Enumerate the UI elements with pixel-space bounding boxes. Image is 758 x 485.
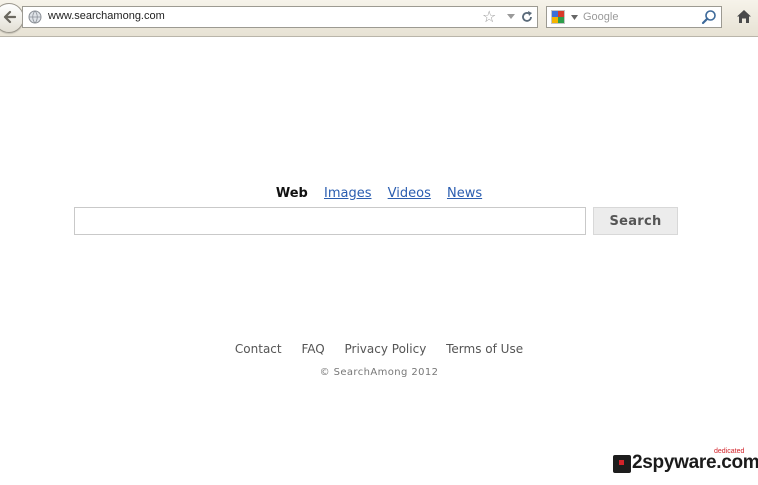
browser-toolbar: www.searchamong.com ☆ Google: [0, 0, 758, 37]
reload-icon[interactable]: [520, 10, 534, 24]
search-placeholder: Google: [583, 11, 619, 23]
history-dropdown-icon[interactable]: [506, 11, 516, 21]
footer-link-contact[interactable]: Contact: [235, 342, 282, 356]
back-arrow-icon: [3, 10, 16, 24]
url-text: www.searchamong.com: [48, 10, 165, 22]
bookmark-star-icon[interactable]: ☆: [482, 8, 496, 26]
address-bar[interactable]: www.searchamong.com ☆: [22, 6, 538, 28]
search-type-tabs: Web Images Videos News: [0, 186, 758, 201]
watermark-text: 2spyware.com: [632, 452, 758, 473]
tab-videos[interactable]: Videos: [388, 186, 431, 201]
google-icon[interactable]: [551, 10, 565, 24]
tab-images[interactable]: Images: [324, 186, 372, 201]
footer-link-faq[interactable]: FAQ: [301, 342, 324, 356]
tab-web[interactable]: Web: [276, 186, 308, 201]
footer-link-terms-of-use[interactable]: Terms of Use: [446, 342, 523, 356]
watermark-logo: 2spyware.com dedicated: [613, 448, 758, 476]
footer-link-privacy-policy[interactable]: Privacy Policy: [345, 342, 427, 356]
back-button[interactable]: [0, 3, 24, 33]
footer-links: Contact FAQ Privacy Policy Terms of Use: [0, 342, 758, 356]
globe-icon: [28, 10, 42, 24]
copyright-text: © SearchAmong 2012: [319, 367, 439, 378]
browser-search-bar[interactable]: Google: [546, 6, 722, 28]
engine-dropdown-icon[interactable]: [571, 15, 578, 20]
watermark-tagline: dedicated: [714, 448, 745, 455]
search-button[interactable]: Search: [593, 207, 678, 235]
spyware-logo-icon: [613, 455, 631, 473]
tab-news[interactable]: News: [447, 186, 482, 201]
search-icon[interactable]: [701, 9, 717, 25]
search-input[interactable]: [74, 207, 586, 235]
home-icon[interactable]: [736, 9, 752, 24]
